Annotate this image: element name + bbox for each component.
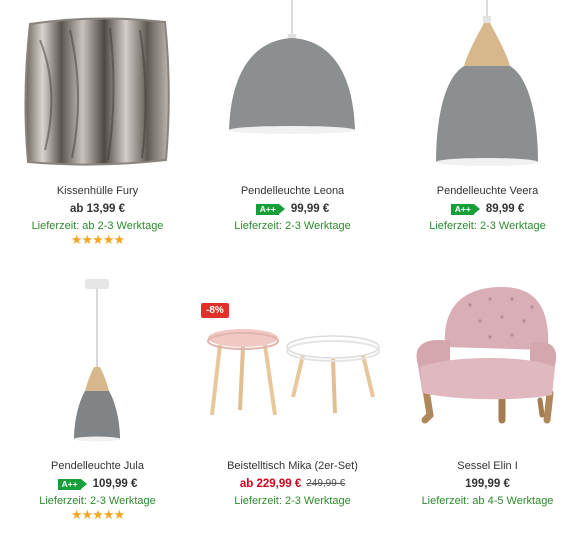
delivery-time: Lieferzeit: 2-3 Werktage <box>39 495 156 507</box>
product-card[interactable]: -8% Beistelltisch Mika (2er-Set) ab 229,… <box>195 275 390 536</box>
product-card[interactable]: Pendelleuchte Veera A++ 89,99 € Lieferze… <box>390 0 581 261</box>
product-card[interactable]: Pendelleuchte Leona A++ 99,99 € Lieferze… <box>195 0 390 261</box>
product-price: ab 13,99 € <box>70 203 125 215</box>
product-card[interactable]: Sessel Elin I 199,99 € Lieferzeit: ab 4-… <box>390 275 581 536</box>
delivery-time: Lieferzeit: 2-3 Werktage <box>234 220 351 232</box>
delivery-time: Lieferzeit: ab 2-3 Werktage <box>31 220 164 232</box>
product-name[interactable]: Pendelleuchte Veera <box>390 184 581 198</box>
delivery-time: Lieferzeit: 2-3 Werktage <box>429 220 546 232</box>
product-card[interactable]: Pendelleuchte Jula A++ 109,99 € Lieferze… <box>0 275 195 536</box>
product-image-side-tables[interactable] <box>195 275 390 455</box>
rating-stars: ★★★★★ <box>70 232 125 247</box>
product-card[interactable]: Kissenhülle Fury ab 13,99 € Lieferzeit: … <box>0 0 195 261</box>
delivery-time: Lieferzeit: 2-3 Werktage <box>234 495 351 507</box>
price-row: 199,99 € <box>390 477 581 491</box>
product-image-lamp-jula[interactable] <box>0 275 195 455</box>
product-grid: Kissenhülle Fury ab 13,99 € Lieferzeit: … <box>0 0 581 522</box>
product-name[interactable]: Pendelleuchte Leona <box>195 184 390 198</box>
product-price: 99,99 € <box>290 203 330 215</box>
product-image-lamp-leona[interactable] <box>195 0 390 180</box>
energy-label-badge: A++ <box>57 478 87 490</box>
rating-stars: ★★★★★ <box>70 507 125 522</box>
product-name[interactable]: Pendelleuchte Jula <box>0 459 195 473</box>
energy-label-badge: A++ <box>450 203 480 215</box>
product-name[interactable]: Kissenhülle Fury <box>0 184 195 198</box>
energy-label-badge: A++ <box>255 203 285 215</box>
product-price: 109,99 € <box>92 478 138 490</box>
price-row: ab 13,99 € <box>0 202 195 216</box>
product-image-lamp-veera[interactable] <box>390 0 581 180</box>
old-price: 249,99 € <box>306 478 346 489</box>
product-image-armchair[interactable] <box>390 275 581 455</box>
product-name[interactable]: Sessel Elin I <box>390 459 581 473</box>
delivery-time: Lieferzeit: ab 4-5 Werktage <box>421 495 554 507</box>
product-price: 89,99 € <box>485 203 525 215</box>
product-price: ab 229,99 € <box>239 478 302 490</box>
product-price: 199,99 € <box>465 478 510 490</box>
price-row: A++ 89,99 € <box>390 202 581 216</box>
product-name[interactable]: Beistelltisch Mika (2er-Set) <box>195 459 390 473</box>
discount-badge: -8% <box>201 303 229 318</box>
price-row: A++ 99,99 € <box>195 202 390 216</box>
product-image-cushion[interactable] <box>0 0 195 180</box>
price-row: ab 229,99 € 249,99 € <box>195 477 390 491</box>
price-row: A++ 109,99 € <box>0 477 195 491</box>
